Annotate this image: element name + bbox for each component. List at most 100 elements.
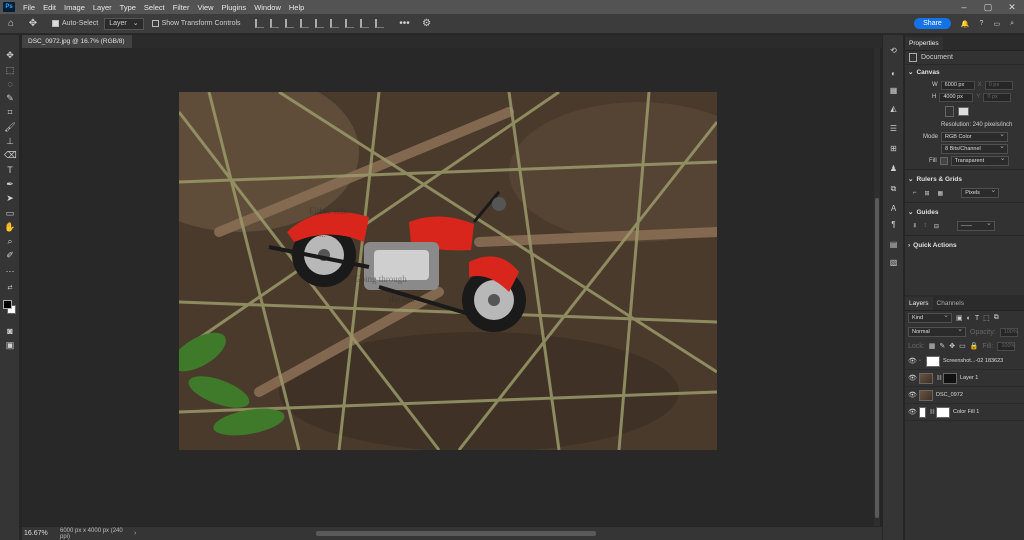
layer-mask-thumbnail[interactable]: [936, 406, 950, 418]
hand-tool-icon[interactable]: ✋: [4, 221, 16, 233]
align-bottom-icon[interactable]: [329, 19, 339, 28]
document-info[interactable]: 6000 px x 4000 px (240 ppi): [54, 528, 134, 540]
filter-pixel-icon[interactable]: ▣: [956, 314, 963, 322]
y-input[interactable]: 0 px: [983, 92, 1012, 102]
x-input[interactable]: 0 px: [984, 80, 1013, 90]
bell-icon[interactable]: 🔔: [961, 20, 970, 28]
menu-view[interactable]: View: [193, 3, 217, 12]
lasso-tool-icon[interactable]: ◌: [4, 78, 16, 90]
gradient-icon[interactable]: ◭: [888, 103, 899, 114]
share-button[interactable]: Share: [914, 18, 951, 29]
screen-mode-icon[interactable]: ▣: [4, 339, 16, 351]
tab-properties[interactable]: Properties: [905, 37, 943, 50]
menu-image[interactable]: Image: [60, 3, 89, 12]
filter-type-icon[interactable]: T: [975, 315, 979, 322]
eye-icon[interactable]: 👁: [908, 391, 917, 399]
timeline-icon[interactable]: ▧: [888, 257, 899, 268]
quick-select-tool-icon[interactable]: ✎: [4, 92, 16, 104]
menu-filter[interactable]: Filter: [169, 3, 194, 12]
adjustments-icon[interactable]: ☰: [888, 123, 899, 134]
layer-mask-thumbnail[interactable]: [943, 372, 957, 384]
distribute-center-icon[interactable]: [359, 19, 369, 28]
menu-type[interactable]: Type: [116, 3, 140, 12]
eye-icon[interactable]: 👁: [908, 357, 917, 365]
lock-pixels-icon[interactable]: ▦: [929, 342, 936, 350]
libraries-icon[interactable]: ⊞: [888, 143, 899, 154]
kind-filter-select[interactable]: Kind: [908, 312, 952, 323]
fill-opacity-input[interactable]: 100%: [997, 341, 1015, 351]
close-icon[interactable]: ✕: [1000, 2, 1024, 13]
guide-icon[interactable]: ⫫: [913, 223, 916, 230]
swatches-icon[interactable]: ▦: [888, 85, 899, 96]
vertical-scroll-thumb[interactable]: [875, 198, 879, 518]
filter-adjust-icon[interactable]: ◐: [967, 315, 971, 322]
document-image[interactable]: Either side ... ... Going through the su…: [179, 92, 717, 450]
more-tools-icon[interactable]: ⋯: [4, 265, 16, 277]
gear-icon[interactable]: ⚙: [420, 17, 434, 31]
crop-tool-icon[interactable]: ⌗: [4, 106, 16, 118]
filter-shape-icon[interactable]: ⬚: [983, 314, 990, 322]
vertical-scrollbar[interactable]: [874, 48, 880, 526]
lock-paint-icon[interactable]: ✎: [939, 342, 945, 350]
paragraph-icon[interactable]: ¶: [888, 219, 899, 230]
fill-select[interactable]: Transparent: [950, 155, 1009, 166]
move-tool-icon[interactable]: ✥: [26, 17, 40, 31]
align-middle-icon[interactable]: [314, 19, 324, 28]
canvas-section-header[interactable]: ⌄ Canvas: [905, 65, 1024, 79]
filter-smart-icon[interactable]: ⧉: [994, 314, 999, 322]
layer-select[interactable]: Layer ⌄: [104, 17, 144, 30]
menu-select[interactable]: Select: [140, 3, 169, 12]
guide-lock-icon[interactable]: ⊟: [934, 223, 939, 230]
rectangle-tool-icon[interactable]: ▭: [4, 207, 16, 219]
align-right-icon[interactable]: [284, 19, 294, 28]
pixel-grid-icon[interactable]: ▦: [938, 190, 944, 197]
path-select-tool-icon[interactable]: ➤: [4, 192, 16, 204]
move-tool-icon[interactable]: ✥: [4, 49, 16, 61]
tab-layers[interactable]: Layers: [905, 297, 933, 310]
menu-help[interactable]: Help: [285, 3, 308, 12]
swap-colors-icon[interactable]: ⇄: [4, 282, 16, 294]
status-chevron-icon[interactable]: ›: [134, 530, 136, 537]
lock-all-icon[interactable]: 🔒: [970, 342, 979, 350]
foreground-color-swatch[interactable]: [3, 300, 12, 309]
align-left-icon[interactable]: [254, 19, 264, 28]
lock-artboard-icon[interactable]: ▭: [959, 342, 966, 350]
zoom-tool-icon[interactable]: ⌕: [4, 235, 16, 247]
paths-icon[interactable]: ⧉: [888, 183, 899, 194]
transform-controls-checkbox[interactable]: Show Transform Controls: [151, 20, 241, 27]
layer-row[interactable]: 👁 DSC_0972: [905, 387, 1024, 404]
distribute-left-icon[interactable]: [344, 19, 354, 28]
pen-tool-icon[interactable]: ✒: [4, 178, 16, 190]
menu-plugins[interactable]: Plugins: [218, 3, 251, 12]
marquee-tool-icon[interactable]: ⬚: [4, 64, 16, 76]
horizontal-scroll-thumb[interactable]: [316, 531, 597, 536]
menu-layer[interactable]: Layer: [89, 3, 116, 12]
eye-icon[interactable]: 👁: [908, 374, 917, 382]
more-options-button[interactable]: •••: [398, 17, 412, 31]
opacity-input[interactable]: 100%: [999, 327, 1018, 337]
quick-actions-header[interactable]: › Quick Actions: [905, 238, 1024, 252]
glyphs-icon[interactable]: ▤: [888, 239, 899, 250]
tab-channels[interactable]: Channels: [933, 297, 968, 310]
bits-select[interactable]: 8 Bits/Channel: [941, 143, 1008, 154]
character-icon[interactable]: A: [888, 203, 899, 214]
auto-select-checkbox[interactable]: Auto-Select: [52, 20, 98, 27]
guide-color-select[interactable]: ——: [956, 220, 995, 231]
document-tab[interactable]: DSC_0972.jpg @ 16.7% (RGB/8) *: [22, 35, 132, 58]
type-tool-icon[interactable]: T: [4, 164, 16, 176]
portrait-orientation-icon[interactable]: [945, 105, 954, 117]
home-icon[interactable]: ⌂: [4, 17, 18, 31]
eye-icon[interactable]: 👁: [908, 408, 917, 416]
height-input[interactable]: 4000 px: [939, 92, 974, 102]
menu-edit[interactable]: Edit: [39, 3, 60, 12]
quick-mask-icon[interactable]: ◙: [4, 325, 16, 337]
guides-header[interactable]: ⌄ Guides: [905, 205, 1024, 219]
maximize-icon[interactable]: ▢: [976, 2, 1000, 13]
color-icon[interactable]: ◐: [888, 68, 899, 79]
layer-row[interactable]: 👁 ▫ Screenshot...-02 183623: [905, 353, 1024, 370]
fill-swatch[interactable]: [939, 157, 948, 165]
eraser-tool-icon[interactable]: ⌫: [4, 149, 17, 161]
align-top-icon[interactable]: [299, 19, 309, 28]
layer-row[interactable]: 👁 ⛓ Layer 1: [905, 370, 1024, 387]
history-icon[interactable]: ⟲: [888, 45, 899, 56]
